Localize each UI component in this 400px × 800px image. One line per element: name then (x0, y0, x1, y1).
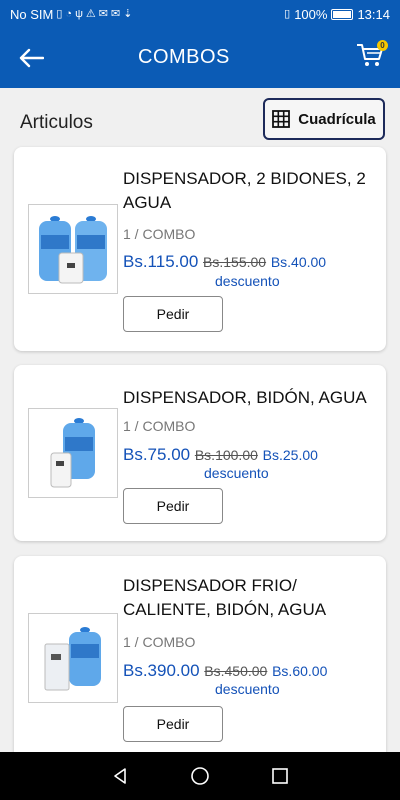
download-icon: ⇣ (123, 7, 133, 20)
warning-icon: ⚠ (85, 7, 96, 20)
clock: 13:14 (357, 6, 390, 22)
product-unit: 1 / COMBO (123, 226, 196, 242)
order-button[interactable]: Pedir (123, 296, 223, 332)
water-dispenser-image (50, 418, 95, 488)
product-name: DISPENSADOR, 2 BIDONES, 2 AGUA (123, 169, 366, 212)
price-old: Bs.450.00 (204, 663, 268, 679)
discount-label: descuento (215, 681, 280, 697)
usb-icon: ψ (75, 7, 83, 20)
app-bar: COMBOS 0 (0, 28, 400, 88)
page-title: COMBOS (138, 46, 230, 68)
discount-label: descuento (215, 273, 280, 289)
water-dispenser-image (44, 627, 101, 691)
price-old: Bs.155.00 (203, 254, 267, 270)
product-name: DISPENSADOR, BIDÓN, AGUA (123, 388, 367, 407)
status-right: ▯ 100% 13:14 (284, 7, 390, 22)
mail-icon: ✉ (98, 7, 108, 20)
nav-back-button[interactable] (105, 761, 135, 791)
product-card[interactable]: DISPENSADOR, BIDÓN, AGUA 1 / COMBO Bs.75… (14, 365, 386, 541)
product-unit: 1 / COMBO (123, 418, 196, 434)
vibrate-icon: ▯ (284, 7, 291, 20)
product-image (28, 408, 118, 498)
grid-view-button[interactable]: Cuadrícula (263, 98, 385, 140)
arrow-left-icon (19, 48, 44, 68)
battery-percent: 100% (294, 6, 328, 22)
triangle-back-icon (114, 768, 126, 784)
price-old: Bs.100.00 (194, 447, 258, 463)
product-price: Bs.390.00 Bs.450.00 Bs.60.00 (123, 661, 327, 681)
status-left: No SIM ▯ ◔ ψ ⚠ ✉ ✉ ⇣ (10, 7, 132, 22)
battery-icon (331, 8, 354, 20)
nav-home-button[interactable] (185, 761, 215, 791)
wifi-icon: ◔ (65, 7, 73, 20)
discount-amount: Bs.25.00 (262, 447, 318, 463)
status-bar: No SIM ▯ ◔ ψ ⚠ ✉ ✉ ⇣ ▯ 100% 13:14 (0, 0, 400, 28)
nav-recents-button[interactable] (265, 761, 295, 791)
section-title: Articulos (20, 112, 93, 133)
product-price: Bs.75.00 Bs.100.00 Bs.25.00 (123, 445, 318, 465)
cart-button[interactable]: 0 (356, 40, 388, 72)
back-button[interactable] (16, 44, 46, 72)
order-button[interactable]: Pedir (123, 706, 223, 742)
grid-icon (272, 110, 291, 128)
product-card[interactable]: DISPENSADOR, 2 BIDONES, 2 AGUA 1 / COMBO… (14, 147, 386, 351)
price-current: Bs.390.00 (123, 661, 200, 680)
cart-badge: 0 (377, 40, 388, 51)
price-current: Bs.75.00 (123, 445, 191, 464)
sim-icon: ▯ (56, 7, 63, 20)
order-button[interactable]: Pedir (123, 488, 223, 524)
square-recents-icon (272, 768, 288, 784)
product-image (28, 613, 118, 703)
carrier-text: No SIM (10, 6, 54, 22)
product-unit: 1 / COMBO (123, 634, 196, 650)
product-price: Bs.115.00 Bs.155.00 Bs.40.00 (123, 252, 326, 272)
system-nav-bar (0, 752, 400, 800)
product-card[interactable]: DISPENSADOR FRIO/ CALIENTE, BIDÓN, AGUA … (14, 556, 386, 766)
discount-amount: Bs.40.00 (270, 254, 327, 270)
mail-icon-2: ✉ (111, 7, 121, 20)
discount-label: descuento (204, 465, 269, 481)
product-name: DISPENSADOR FRIO/ CALIENTE, BIDÓN, AGUA (123, 576, 327, 619)
water-dispenser-image (39, 216, 107, 284)
price-current: Bs.115.00 (123, 252, 199, 271)
discount-amount: Bs.60.00 (272, 663, 328, 679)
grid-view-label: Cuadrícula (298, 110, 376, 128)
product-image (28, 204, 118, 294)
circle-home-icon (191, 767, 209, 785)
